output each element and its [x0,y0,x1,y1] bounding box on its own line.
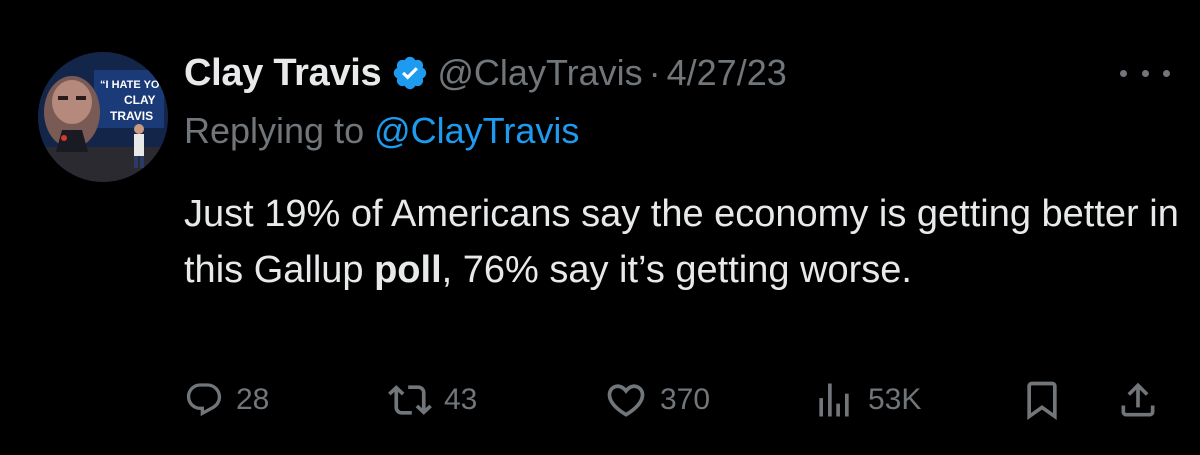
tweet-text-part2: , 76% say it’s getting worse. [441,249,912,291]
like-button[interactable]: 370 [604,370,710,430]
author-handle[interactable]: @ClayTravis [437,52,642,94]
views-icon [812,378,856,422]
verified-badge-icon[interactable] [391,54,429,92]
separator-dot: · [648,52,661,93]
avatar-sign-line3: TRAVIS [110,109,153,123]
avatar-sign-line2: CLAY [124,93,156,107]
reply-count: 28 [236,383,270,416]
share-icon [1116,378,1160,422]
tweet-text: Just 19% of Americans say the economy is… [184,186,1184,298]
replying-to-handle[interactable]: @ClayTravis [374,110,579,151]
tweet-date[interactable]: 4/27/23 [667,52,787,94]
repost-icon [388,378,432,422]
like-icon [604,378,648,422]
tweet-text-bold: poll [374,249,442,291]
tweet-header: Clay Travis @ClayTravis · 4/27/23 [184,48,787,98]
repost-count: 43 [444,383,478,416]
bookmark-button[interactable] [1020,370,1064,430]
views-button[interactable]: 53K [812,370,921,430]
share-button[interactable] [1116,370,1160,430]
views-count: 53K [868,383,922,416]
reply-button[interactable]: 28 [184,370,269,430]
bookmark-icon [1020,378,1064,422]
action-bar: 28 43 370 53K [0,370,1200,430]
avatar[interactable]: “I HATE YOU CLAY TRAVIS [38,52,168,182]
replying-to: Replying to @ClayTravis [184,110,579,152]
reply-icon [184,380,224,420]
tweet-card[interactable]: “I HATE YOU CLAY TRAVIS Clay Travis @Cla… [0,0,1200,455]
author-name[interactable]: Clay Travis [184,52,382,95]
like-count: 370 [660,383,711,416]
more-icon[interactable] [1120,58,1170,88]
avatar-image: “I HATE YOU CLAY TRAVIS [38,52,168,182]
repost-button[interactable]: 43 [388,370,477,430]
replying-to-prefix: Replying to [184,110,375,151]
avatar-sign-line1: “I HATE YOU [100,79,167,91]
